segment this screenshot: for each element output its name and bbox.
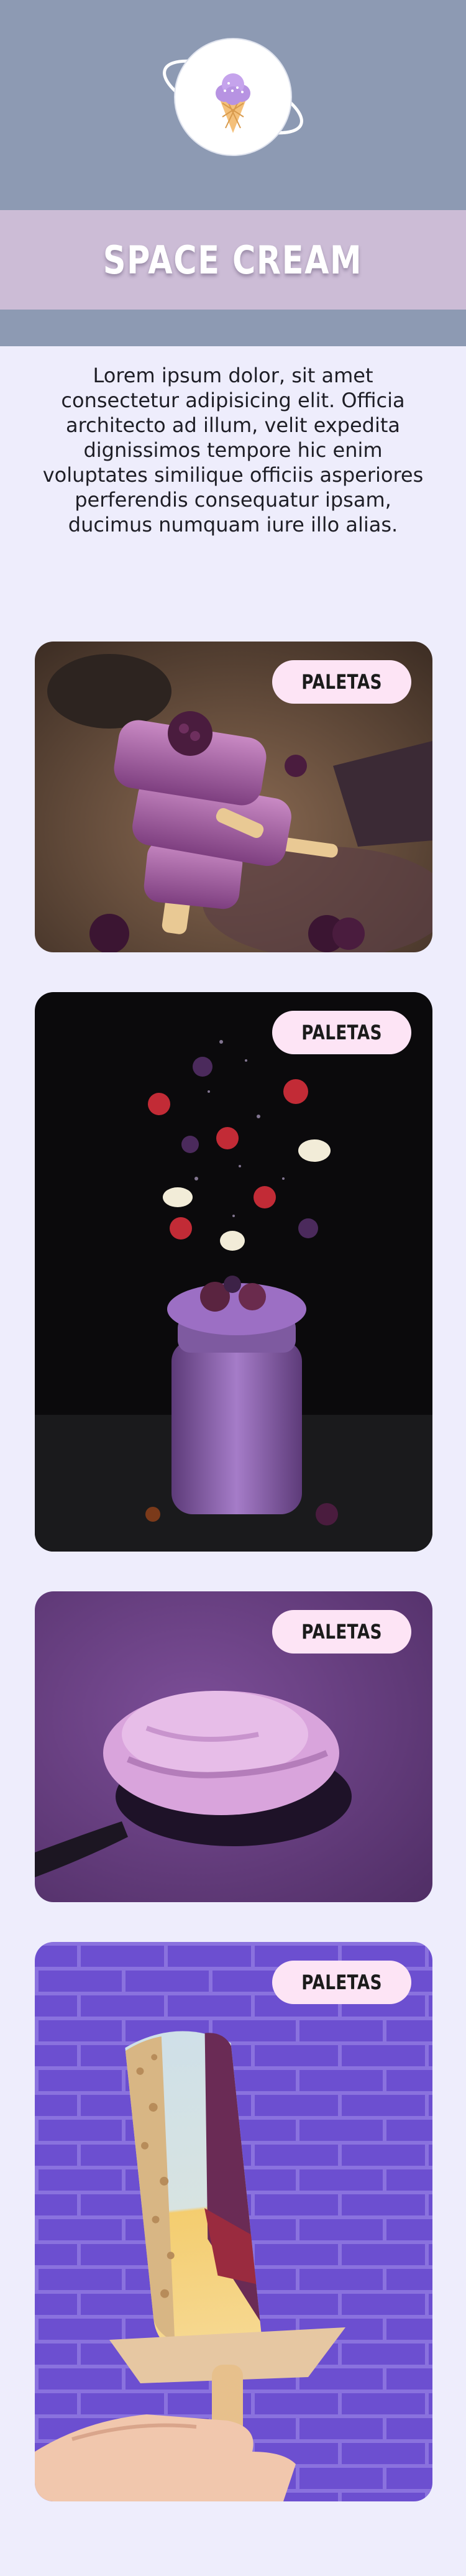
product-card[interactable]: PALETAS <box>35 992 432 1552</box>
site-header: SPACE CREAM <box>0 0 466 346</box>
ice-cream-planet-icon[interactable] <box>155 29 311 165</box>
category-badge-label: PALETAS <box>301 1620 382 1644</box>
title-band: SPACE CREAM <box>0 210 466 310</box>
product-card[interactable]: PALETAS <box>35 1942 432 2501</box>
category-badge[interactable]: PALETAS <box>272 660 411 704</box>
category-badge-label: PALETAS <box>301 670 382 694</box>
berry-smoothie-jar-photo <box>35 992 432 1552</box>
intro-text: Lorem ipsum dolor, sit amet consectetur … <box>42 364 424 536</box>
category-badge-label: PALETAS <box>301 1021 382 1044</box>
layered-nut-popsicle-photo <box>35 1942 432 2501</box>
product-card[interactable]: PALETAS <box>35 642 432 952</box>
category-badge[interactable]: PALETAS <box>272 1961 411 2004</box>
category-badge[interactable]: PALETAS <box>272 1610 411 1654</box>
category-badge-label: PALETAS <box>301 1971 382 1994</box>
category-badge[interactable]: PALETAS <box>272 1011 411 1054</box>
product-card[interactable]: PALETAS <box>35 1591 432 1902</box>
site-title: SPACE CREAM <box>103 237 363 283</box>
